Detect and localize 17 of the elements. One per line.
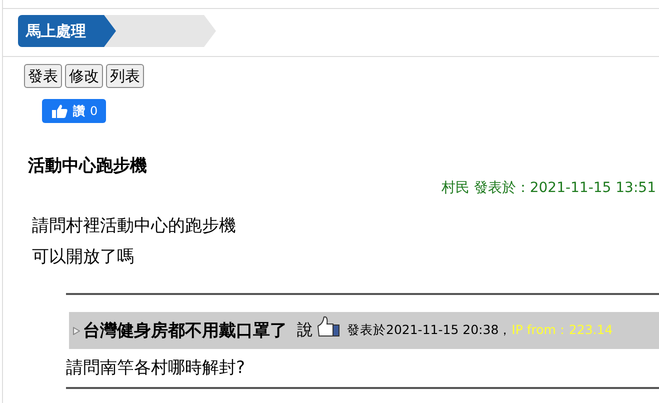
reply-said: 說 [297, 320, 313, 341]
post-text: 請問村裡活動中心的跑步機 [32, 215, 236, 238]
toolbar-button[interactable]: 發表 [24, 64, 62, 88]
triangle-icon [73, 326, 80, 334]
like-button[interactable]: 讚 0 [42, 99, 106, 123]
thumbs-up-icon [52, 104, 68, 118]
ip-address: IP from：223.14 [512, 322, 613, 339]
thumbs-up-icon[interactable] [317, 314, 341, 338]
post-text: 可以開放了嗎 [32, 246, 134, 269]
reply-text: 請問南竿各村哪時解封? [66, 357, 246, 379]
toolbar-button[interactable]: 列表 [106, 64, 144, 88]
reply-meta: 發表於2021-11-15 20:38， [347, 322, 512, 339]
reply-title: 台灣健身房都不用戴口罩了 [83, 320, 287, 342]
post-meta: 村民 發表於：2021-11-15 13:51 [441, 179, 656, 197]
breadcrumb-step[interactable]: 馬上處理 [18, 15, 116, 47]
post-title: 活動中心跑步機 [28, 155, 147, 177]
toolbar-button[interactable]: 修改 [65, 64, 103, 88]
